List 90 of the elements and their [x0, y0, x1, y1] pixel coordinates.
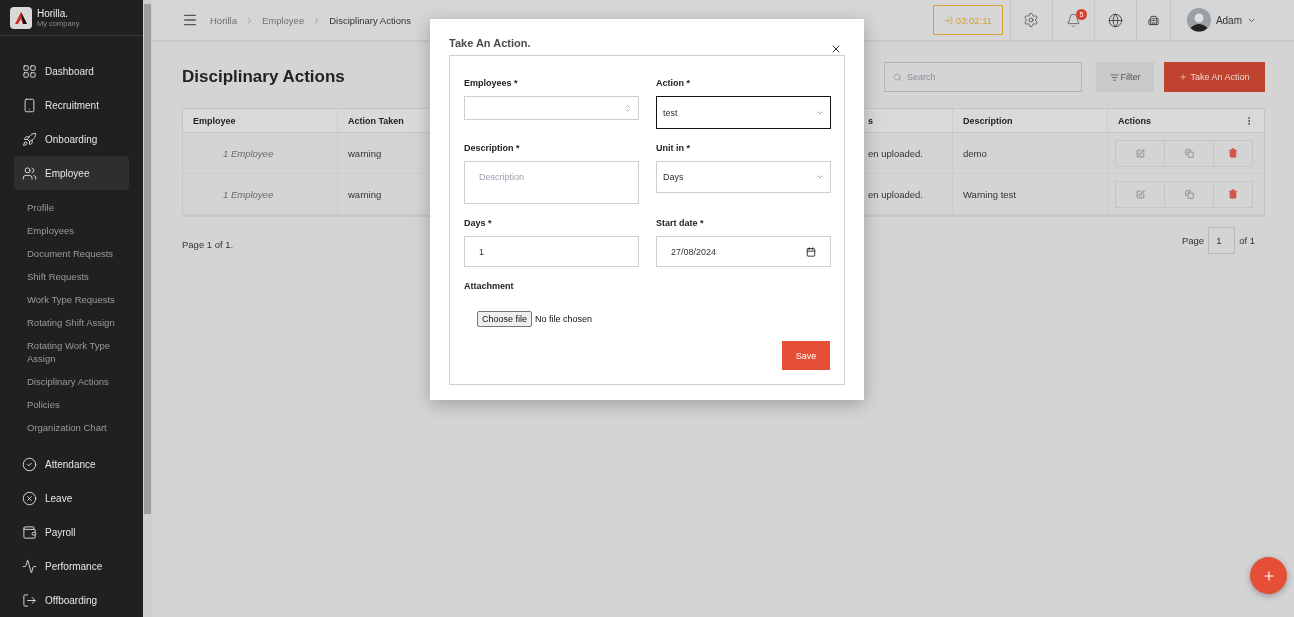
table-cell: 1 Employee: [183, 133, 338, 174]
spinner-icon-icon: [623, 103, 632, 113]
menu-icon[interactable]: [182, 12, 198, 28]
sidebar-item[interactable]: Leave: [14, 481, 129, 515]
copy-icon: [1184, 189, 1194, 199]
sidebar-item[interactable]: Payroll: [14, 515, 129, 549]
caret-icon: [816, 173, 824, 181]
brand-name: Horilla.: [37, 7, 70, 19]
select-field[interactable]: test: [656, 96, 831, 129]
submenu-item[interactable]: Employees: [27, 219, 127, 242]
employees-field[interactable]: [464, 96, 639, 120]
page-title: Disciplinary Actions: [182, 67, 345, 87]
calendar-icon: [806, 246, 816, 257]
check-circle-icon: [22, 456, 37, 472]
breadcrumb-link[interactable]: Employee: [261, 14, 305, 26]
table-cell: 1 Employee: [183, 174, 338, 215]
delete-button[interactable]: [1213, 139, 1253, 167]
page-total: of 1: [1239, 235, 1255, 246]
rocket-icon: [22, 131, 37, 147]
breadcrumb-link[interactable]: Disciplinary Actions: [329, 14, 412, 26]
login-icon: [943, 15, 953, 25]
scrollbar[interactable]: [143, 0, 152, 617]
submenu-item[interactable]: Organization Chart: [27, 416, 127, 439]
submenu-item[interactable]: Shift Requests: [27, 265, 127, 288]
avatar[interactable]: [1186, 8, 1211, 32]
trash-icon: [1228, 148, 1238, 158]
take-action-button[interactable]: Take An Action: [1164, 62, 1265, 92]
submenu-item[interactable]: Disciplinary Actions: [27, 370, 127, 393]
column-header: Employee: [183, 109, 338, 133]
submenu-item[interactable]: Rotating Work Type Assign: [27, 334, 127, 370]
notification-icon[interactable]: [1065, 12, 1081, 28]
submenu-item[interactable]: Profile: [27, 196, 127, 219]
people-icon: [22, 165, 37, 181]
phone-icon: [22, 97, 37, 113]
copy-icon: [1184, 148, 1194, 158]
submenu-item[interactable]: Work Type Requests: [27, 288, 127, 311]
search-icon: [893, 72, 902, 82]
sidebar-item[interactable]: Performance: [14, 549, 129, 583]
page-summary: Page 1 of 1.: [182, 239, 234, 250]
submenu-item[interactable]: Rotating Shift Assign: [27, 311, 127, 334]
user-name[interactable]: Adam: [1215, 14, 1242, 26]
logo-icon: [10, 6, 32, 29]
sidebar-item[interactable]: Dashboard: [14, 54, 129, 88]
file-status: No file chosen: [535, 314, 593, 324]
sidebar-item[interactable]: Onboarding: [14, 122, 129, 156]
column-header: Description: [953, 109, 1108, 133]
modal-title: Take An Action.: [449, 37, 531, 51]
close-icon: [830, 43, 842, 55]
field-label: Days *: [464, 218, 492, 230]
close-button[interactable]: [830, 43, 842, 55]
field-label: Employees *: [464, 78, 518, 90]
exit-icon: [22, 592, 37, 608]
date-field[interactable]: 27/08/2024: [656, 236, 831, 267]
plus-icon: [1261, 568, 1276, 583]
line-chart-icon: [22, 558, 37, 574]
table-cell: demo: [953, 133, 1108, 174]
x-circle-icon: [22, 490, 37, 506]
filter-icon: [1109, 72, 1119, 82]
add-button[interactable]: [1250, 557, 1287, 594]
sidebar-item[interactable]: Offboarding: [14, 583, 129, 617]
sidebar-item[interactable]: Employee: [14, 156, 129, 190]
edit-icon: [1135, 189, 1145, 199]
plus-icon: [1179, 73, 1188, 81]
input-field[interactable]: 1: [464, 236, 639, 267]
page-label: Page: [1181, 235, 1205, 246]
table-cell: Warning test: [953, 174, 1108, 215]
sidebar-item[interactable]: Attendance: [14, 447, 129, 481]
breadcrumb-link[interactable]: Horilla: [210, 14, 237, 26]
dashboard-icon: [22, 63, 37, 79]
submenu-item[interactable]: Policies: [27, 393, 127, 416]
globe-icon[interactable]: [1107, 12, 1123, 28]
settings-icon[interactable]: [1023, 12, 1040, 28]
save-button[interactable]: Save: [782, 341, 830, 370]
building-icon[interactable]: [1147, 14, 1159, 26]
edit-icon: [1135, 148, 1145, 158]
field-label: Description *: [464, 143, 520, 155]
select-field[interactable]: Days: [656, 161, 831, 193]
page-input[interactable]: 1: [1208, 227, 1236, 254]
sidebar-item[interactable]: Recruitment: [14, 88, 129, 122]
wallet-icon: [22, 524, 37, 540]
submenu-item[interactable]: Document Requests: [27, 242, 127, 265]
field-label: Unit in *: [656, 143, 690, 155]
field-label: Attachment: [464, 281, 514, 293]
delete-button[interactable]: [1213, 180, 1253, 208]
trash-icon: [1228, 189, 1238, 199]
field-label: Start date *: [656, 218, 704, 230]
choose-file-button[interactable]: Choose file: [477, 311, 533, 327]
column-header: Actions: [1108, 109, 1264, 133]
field-label: Action *: [656, 78, 690, 90]
filter-button[interactable]: Filter: [1096, 62, 1154, 92]
